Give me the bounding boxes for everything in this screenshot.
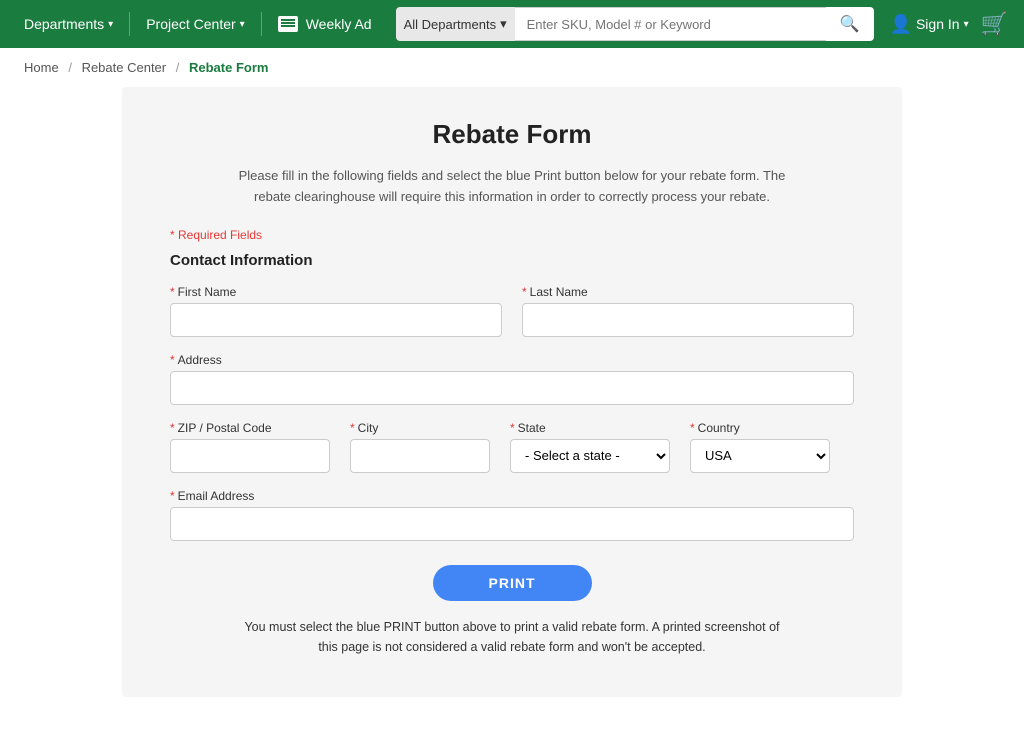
- email-input[interactable]: [170, 507, 854, 541]
- last-name-group: *Last Name: [522, 285, 854, 337]
- first-name-group: *First Name: [170, 285, 502, 337]
- email-row: *Email Address: [170, 489, 854, 541]
- zip-required: *: [170, 421, 175, 435]
- sign-in-button[interactable]: 👤 Sign In ▾: [890, 14, 969, 35]
- zip-label: *ZIP / Postal Code: [170, 421, 330, 435]
- city-group: *City: [350, 421, 490, 473]
- print-note: You must select the blue PRINT button ab…: [242, 617, 782, 657]
- email-group: *Email Address: [170, 489, 854, 541]
- form-title: Rebate Form: [170, 119, 854, 150]
- first-name-label: *First Name: [170, 285, 502, 299]
- state-select[interactable]: - Select a state - Alabama Alaska Arizon…: [510, 439, 670, 473]
- address-required: *: [170, 353, 175, 367]
- zip-input[interactable]: [170, 439, 330, 473]
- departments-label: Departments: [24, 16, 104, 32]
- breadcrumb-sep-2: /: [176, 60, 180, 75]
- country-group: *Country USA Canada Mexico: [690, 421, 830, 473]
- nav-project-center[interactable]: Project Center ▾: [138, 16, 253, 32]
- required-note: * Required Fields: [170, 228, 854, 242]
- address-group: *Address: [170, 353, 854, 405]
- last-name-input[interactable]: [522, 303, 854, 337]
- sign-in-label: Sign In: [916, 16, 960, 32]
- breadcrumb-current: Rebate Form: [189, 60, 268, 75]
- form-description: Please fill in the following fields and …: [232, 166, 792, 208]
- print-note-text: You must select the blue PRINT button ab…: [244, 620, 779, 654]
- city-input[interactable]: [350, 439, 490, 473]
- project-center-label: Project Center: [146, 16, 235, 32]
- zip-group: *ZIP / Postal Code: [170, 421, 330, 473]
- location-row: *ZIP / Postal Code *City *State - Select…: [170, 421, 854, 473]
- weekly-ad-label: Weekly Ad: [306, 16, 372, 32]
- form-container: Rebate Form Please fill in the following…: [122, 87, 902, 697]
- first-name-required: *: [170, 285, 175, 299]
- nav-divider-1: [129, 12, 130, 36]
- breadcrumb-sep-1: /: [68, 60, 72, 75]
- last-name-label: *Last Name: [522, 285, 854, 299]
- breadcrumb-home[interactable]: Home: [24, 60, 59, 75]
- user-icon: 👤: [890, 14, 912, 35]
- breadcrumb: Home / Rebate Center / Rebate Form: [0, 48, 1024, 87]
- contact-section-title: Contact Information: [170, 252, 854, 269]
- country-select[interactable]: USA Canada Mexico: [690, 439, 830, 473]
- search-bar: All Departments ▾ 🔍: [396, 7, 874, 41]
- weekly-ad-icon: [278, 16, 298, 32]
- main-content: Rebate Form Please fill in the following…: [0, 87, 1024, 729]
- last-name-required: *: [522, 285, 527, 299]
- cart-button[interactable]: 🛒: [981, 11, 1008, 37]
- search-department-select[interactable]: All Departments ▾: [396, 7, 515, 41]
- search-button[interactable]: 🔍: [826, 7, 874, 41]
- email-required: *: [170, 489, 175, 503]
- address-row: *Address: [170, 353, 854, 405]
- state-required: *: [510, 421, 515, 435]
- print-button[interactable]: PRINT: [433, 565, 592, 601]
- address-input[interactable]: [170, 371, 854, 405]
- print-btn-row: PRINT: [170, 565, 854, 601]
- state-group: *State - Select a state - Alabama Alaska…: [510, 421, 670, 473]
- state-label: *State: [510, 421, 670, 435]
- sign-in-chevron: ▾: [964, 19, 969, 30]
- header: Departments ▾ Project Center ▾ Weekly Ad…: [0, 0, 1024, 48]
- search-input[interactable]: [515, 7, 826, 41]
- email-label: *Email Address: [170, 489, 854, 503]
- cart-icon: 🛒: [981, 11, 1008, 36]
- nav-divider-2: [261, 12, 262, 36]
- nav-weekly-ad[interactable]: Weekly Ad: [270, 16, 380, 32]
- search-dept-chevron: ▾: [500, 16, 507, 32]
- project-center-chevron: ▾: [240, 19, 245, 30]
- address-label: *Address: [170, 353, 854, 367]
- departments-chevron: ▾: [108, 19, 113, 30]
- city-required: *: [350, 421, 355, 435]
- name-row: *First Name *Last Name: [170, 285, 854, 337]
- first-name-input[interactable]: [170, 303, 502, 337]
- city-label: *City: [350, 421, 490, 435]
- search-dept-label: All Departments: [404, 17, 496, 32]
- country-required: *: [690, 421, 695, 435]
- breadcrumb-rebate-center[interactable]: Rebate Center: [82, 60, 167, 75]
- nav-departments[interactable]: Departments ▾: [16, 16, 121, 32]
- header-actions: 👤 Sign In ▾ 🛒: [890, 11, 1008, 37]
- country-label: *Country: [690, 421, 830, 435]
- search-icon: 🔍: [840, 14, 860, 34]
